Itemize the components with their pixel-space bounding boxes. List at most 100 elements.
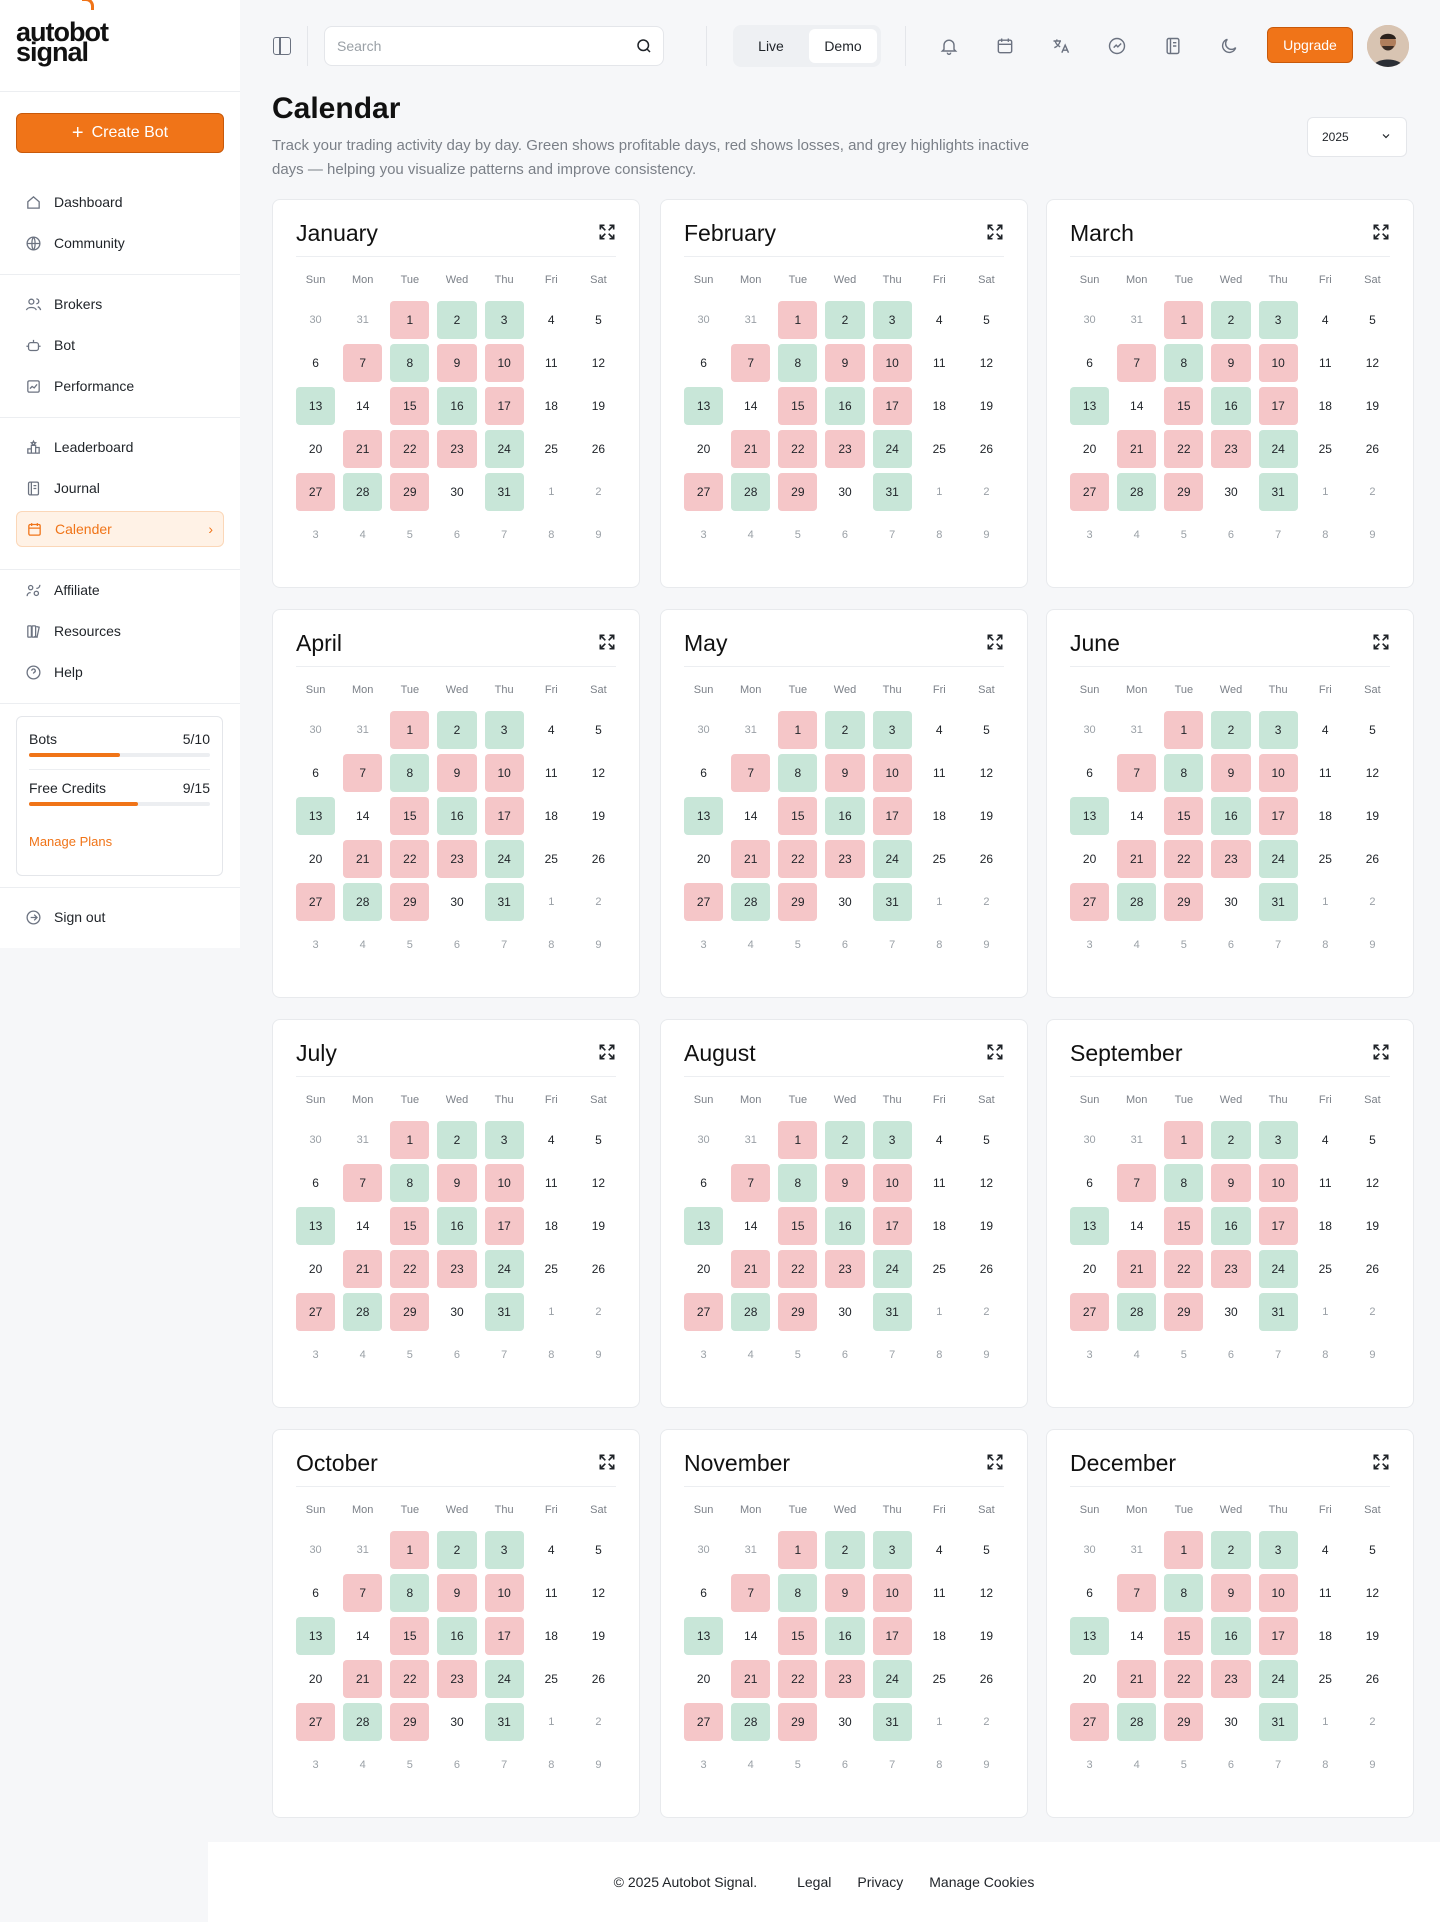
day-cell[interactable]: 7 [1117, 344, 1157, 382]
day-cell[interactable]: 26 [1353, 1660, 1392, 1698]
day-cell[interactable]: 1 [390, 301, 430, 339]
day-cell[interactable]: 24 [1258, 430, 1298, 468]
day-cell[interactable]: 13 [684, 797, 724, 835]
day-cell[interactable]: 29 [390, 883, 430, 921]
day-cell[interactable]: 7 [343, 754, 383, 792]
avatar[interactable] [1367, 25, 1409, 67]
expand-icon[interactable] [985, 632, 1005, 652]
bell-icon[interactable] [937, 34, 961, 58]
year-select[interactable]: 2025 [1307, 117, 1407, 157]
day-cell[interactable]: 16 [825, 1617, 865, 1655]
day-cell[interactable]: 12 [579, 1574, 618, 1612]
day-cell[interactable]: 9 [1211, 1574, 1251, 1612]
day-cell[interactable]: 25 [532, 1660, 571, 1698]
calendar-icon[interactable] [993, 34, 1017, 58]
footer-link-privacy[interactable]: Privacy [857, 1874, 903, 1890]
day-cell[interactable]: 21 [1117, 1250, 1157, 1288]
day-cell[interactable]: 31 [872, 1293, 912, 1331]
day-cell[interactable]: 13 [684, 1617, 724, 1655]
day-cell[interactable]: 29 [1164, 1703, 1204, 1741]
day-cell[interactable]: 8 [1164, 754, 1204, 792]
day-cell[interactable]: 14 [1117, 1207, 1156, 1245]
day-cell[interactable]: 2 [437, 1531, 477, 1569]
day-cell[interactable]: 10 [1258, 1574, 1298, 1612]
day-cell[interactable]: 17 [484, 1207, 524, 1245]
day-cell[interactable]: 4 [532, 1531, 571, 1569]
day-cell[interactable]: 24 [484, 1250, 524, 1288]
day-cell[interactable]: 27 [296, 883, 336, 921]
day-cell[interactable]: 15 [1164, 1207, 1204, 1245]
day-cell[interactable]: 24 [1258, 840, 1298, 878]
day-cell[interactable]: 17 [484, 387, 524, 425]
sidebar-toggle-icon[interactable] [273, 37, 291, 55]
day-cell[interactable]: 16 [1211, 1617, 1251, 1655]
day-cell[interactable]: 21 [1117, 430, 1157, 468]
day-cell[interactable]: 6 [684, 754, 723, 792]
day-cell[interactable]: 23 [1211, 1250, 1251, 1288]
day-cell[interactable]: 20 [296, 840, 335, 878]
day-cell[interactable]: 20 [1070, 1250, 1109, 1288]
sidebar-item-brokers[interactable]: Brokers [16, 286, 224, 322]
day-cell[interactable]: 4 [920, 1531, 959, 1569]
day-cell[interactable]: 15 [390, 1207, 430, 1245]
day-cell[interactable]: 22 [778, 1660, 818, 1698]
day-cell[interactable]: 27 [296, 1293, 336, 1331]
day-cell[interactable]: 26 [579, 1250, 618, 1288]
day-cell[interactable]: 15 [1164, 387, 1204, 425]
day-cell[interactable]: 20 [684, 840, 723, 878]
day-cell[interactable]: 14 [1117, 797, 1156, 835]
day-cell[interactable]: 14 [343, 1617, 382, 1655]
day-cell[interactable]: 3 [1258, 1531, 1298, 1569]
sign-out-button[interactable]: Sign out [16, 899, 224, 935]
day-cell[interactable]: 3 [484, 1121, 524, 1159]
day-cell[interactable]: 9 [1211, 754, 1251, 792]
brand-logo[interactable]: autobot signal [0, 0, 240, 92]
day-cell[interactable]: 6 [684, 1164, 723, 1202]
day-cell[interactable]: 11 [1306, 754, 1345, 792]
day-cell[interactable]: 18 [920, 797, 959, 835]
day-cell[interactable]: 16 [437, 797, 477, 835]
day-cell[interactable]: 22 [778, 840, 818, 878]
day-cell[interactable]: 5 [1353, 1121, 1392, 1159]
day-cell[interactable]: 3 [484, 711, 524, 749]
day-cell[interactable]: 26 [967, 1660, 1006, 1698]
day-cell[interactable]: 9 [437, 344, 477, 382]
day-cell[interactable]: 16 [825, 387, 865, 425]
day-cell[interactable]: 7 [731, 754, 771, 792]
day-cell[interactable]: 12 [967, 754, 1006, 792]
day-cell[interactable]: 30 [1211, 883, 1250, 921]
day-cell[interactable]: 29 [778, 1703, 818, 1741]
day-cell[interactable]: 17 [872, 1207, 912, 1245]
day-cell[interactable]: 2 [825, 301, 865, 339]
day-cell[interactable]: 30 [825, 883, 864, 921]
day-cell[interactable]: 7 [731, 1164, 771, 1202]
day-cell[interactable]: 31 [484, 473, 524, 511]
day-cell[interactable]: 10 [872, 1574, 912, 1612]
day-cell[interactable]: 1 [390, 1121, 430, 1159]
day-cell[interactable]: 2 [825, 711, 865, 749]
day-cell[interactable]: 13 [296, 1617, 336, 1655]
day-cell[interactable]: 23 [437, 1250, 477, 1288]
day-cell[interactable]: 26 [1353, 840, 1392, 878]
day-cell[interactable]: 7 [731, 344, 771, 382]
moon-icon[interactable] [1217, 34, 1241, 58]
day-cell[interactable]: 5 [967, 1121, 1006, 1159]
day-cell[interactable]: 8 [778, 1574, 818, 1612]
day-cell[interactable]: 31 [872, 883, 912, 921]
day-cell[interactable]: 7 [343, 344, 383, 382]
day-cell[interactable]: 21 [343, 1660, 383, 1698]
day-cell[interactable]: 3 [872, 301, 912, 339]
day-cell[interactable]: 7 [1117, 754, 1157, 792]
day-cell[interactable]: 20 [296, 1250, 335, 1288]
day-cell[interactable]: 6 [1070, 754, 1109, 792]
day-cell[interactable]: 21 [343, 840, 383, 878]
day-cell[interactable]: 14 [731, 1207, 770, 1245]
day-cell[interactable]: 28 [1117, 883, 1157, 921]
day-cell[interactable]: 2 [1211, 1121, 1251, 1159]
day-cell[interactable]: 1 [1164, 1121, 1204, 1159]
day-cell[interactable]: 27 [296, 1703, 336, 1741]
day-cell[interactable]: 22 [390, 1250, 430, 1288]
day-cell[interactable]: 6 [296, 1164, 335, 1202]
day-cell[interactable]: 28 [731, 883, 771, 921]
day-cell[interactable]: 2 [1211, 711, 1251, 749]
